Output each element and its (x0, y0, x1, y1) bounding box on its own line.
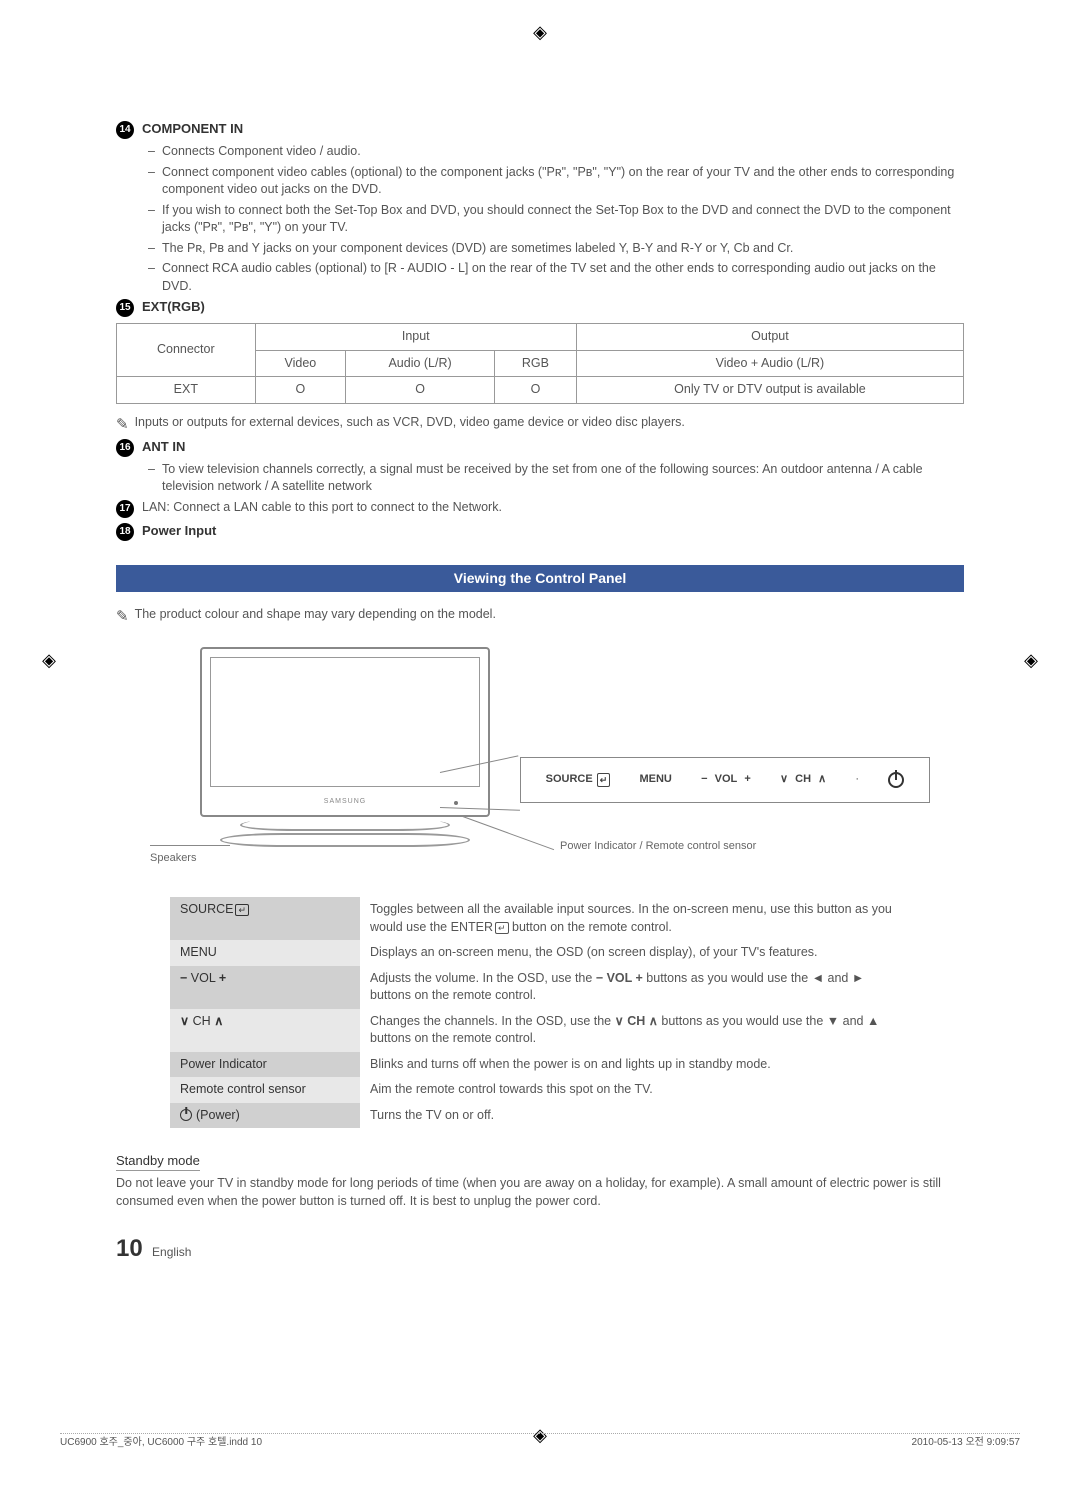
speaker-leader-line (150, 845, 230, 846)
section-18-title: Power Input (142, 522, 216, 540)
bullet-16: 16 (116, 439, 134, 457)
zoom-menu: MENU (639, 772, 671, 787)
note-icon: ✎ (116, 414, 129, 435)
footer-left: UC6900 호주_중아, UC6000 구주 호텔.indd 10 (60, 1436, 262, 1450)
list-item: The Pʀ, Pʙ and Y jacks on your component… (148, 240, 964, 258)
row-power-text: Turns the TV on or off. (360, 1103, 910, 1129)
tv-body: SAMSUNG (200, 647, 490, 817)
tv-figure: SAMSUNG Speakers SOURCE MENU − VOL + ∨ C… (150, 647, 930, 867)
note-ext: ✎ Inputs or outputs for external devices… (116, 414, 964, 435)
row-source-text: Toggles between all the available input … (360, 897, 910, 940)
crop-mark-right: ◈ (1020, 650, 1042, 672)
zoom-vol: − VOL + (701, 772, 751, 787)
row-remote-label: Remote control sensor (170, 1077, 360, 1103)
bullet-18: 18 (116, 523, 134, 541)
th-input: Input (255, 324, 576, 351)
section-18: 18 Power Input (116, 522, 964, 541)
section-15-title: EXT(RGB) (142, 298, 205, 316)
row-power-ind-label: Power Indicator (170, 1052, 360, 1078)
th-outval: Video + Audio (L/R) (576, 350, 963, 377)
note-color-text: The product colour and shape may vary de… (135, 606, 496, 624)
power-icon (888, 772, 904, 788)
sensor-label: Power Indicator / Remote control sensor (560, 839, 756, 854)
row-source-label: SOURCE (170, 897, 360, 940)
standby-text: Do not leave your TV in standby mode for… (116, 1175, 964, 1210)
row-remote-text: Aim the remote control towards this spot… (360, 1077, 910, 1103)
th-rgb: RGB (495, 350, 577, 377)
tv-stand-base (220, 833, 470, 847)
list-item: If you wish to connect both the Set-Top … (148, 202, 964, 237)
th-video: Video (255, 350, 345, 377)
row-vol-label: − VOL + (170, 966, 360, 1009)
th-output: Output (576, 324, 963, 351)
speaker-label: Speakers (150, 851, 196, 866)
row-menu-label: MENU (170, 940, 360, 966)
footer-right: 2010-05-13 오전 9:09:57 (912, 1436, 1020, 1450)
power-icon (180, 1109, 192, 1121)
print-footer: UC6900 호주_중아, UC6000 구주 호텔.indd 10 2010-… (60, 1433, 1020, 1450)
list-item: To view television channels correctly, a… (148, 461, 964, 496)
td-c2: O (346, 377, 495, 404)
th-connector: Connector (117, 324, 256, 377)
section-header-bar: Viewing the Control Panel (116, 565, 964, 593)
page-lang: English (152, 1245, 191, 1259)
sensor-leader-line (460, 815, 554, 850)
section-14-list: Connects Component video / audio. Connec… (148, 143, 964, 295)
section-17: 17 LAN: Connect a LAN cable to this port… (116, 499, 964, 518)
page-content: 14 COMPONENT IN Connects Component video… (116, 120, 964, 1266)
row-vol-text: Adjusts the volume. In the OSD, use the … (360, 966, 910, 1009)
row-ch-label: ∨ CH ∧ (170, 1009, 360, 1052)
section-16-list: To view television channels correctly, a… (148, 461, 964, 496)
td-c1: O (255, 377, 345, 404)
section-16: 16 ANT IN (116, 438, 964, 457)
page-num: 10 (116, 1235, 143, 1262)
tv-screen (210, 657, 480, 787)
row-ch-text: Changes the channels. In the OSD, use th… (360, 1009, 910, 1052)
control-description-table: SOURCE Toggles between all the available… (170, 897, 910, 1128)
zoom-source: SOURCE (546, 772, 611, 787)
list-item: Connect component video cables (optional… (148, 164, 964, 199)
zoom-ch: ∨ CH ∧ (780, 772, 826, 787)
note-icon: ✎ (116, 606, 129, 627)
td-c3: O (495, 377, 577, 404)
crop-mark-top: ◈ (533, 20, 547, 45)
control-panel-zoom: SOURCE MENU − VOL + ∨ CH ∧ · (520, 757, 930, 803)
note-ext-text: Inputs or outputs for external devices, … (135, 414, 685, 432)
standby-title: Standby mode (116, 1152, 200, 1171)
section-16-title: ANT IN (142, 438, 185, 456)
list-item: Connect RCA audio cables (optional) to [… (148, 260, 964, 295)
td-cout: Only TV or DTV output is available (576, 377, 963, 404)
tv-stand-top (240, 819, 450, 831)
section-14: 14 COMPONENT IN (116, 120, 964, 139)
td-ext: EXT (117, 377, 256, 404)
section-17-text: LAN: Connect a LAN cable to this port to… (142, 499, 502, 517)
zoom-dot: · (855, 772, 859, 787)
tv-sensor-dot (454, 801, 458, 805)
section-14-title: COMPONENT IN (142, 120, 243, 138)
tv-brand: SAMSUNG (324, 797, 366, 807)
bullet-14: 14 (116, 121, 134, 139)
list-item: Connects Component video / audio. (148, 143, 964, 161)
crop-mark-left: ◈ (38, 650, 60, 672)
row-menu-text: Displays an on-screen menu, the OSD (on … (360, 940, 910, 966)
section-15: 15 EXT(RGB) (116, 298, 964, 317)
page-number: 10 English (116, 1232, 964, 1266)
th-audio: Audio (L/R) (346, 350, 495, 377)
connector-table: Connector Input Output Video Audio (L/R)… (116, 323, 964, 404)
note-color: ✎ The product colour and shape may vary … (116, 606, 964, 627)
row-power-label: (Power) (170, 1103, 360, 1129)
bullet-17: 17 (116, 500, 134, 518)
standby-section: Standby mode Do not leave your TV in sta… (116, 1152, 964, 1210)
row-power-ind-text: Blinks and turns off when the power is o… (360, 1052, 910, 1078)
bullet-15: 15 (116, 299, 134, 317)
